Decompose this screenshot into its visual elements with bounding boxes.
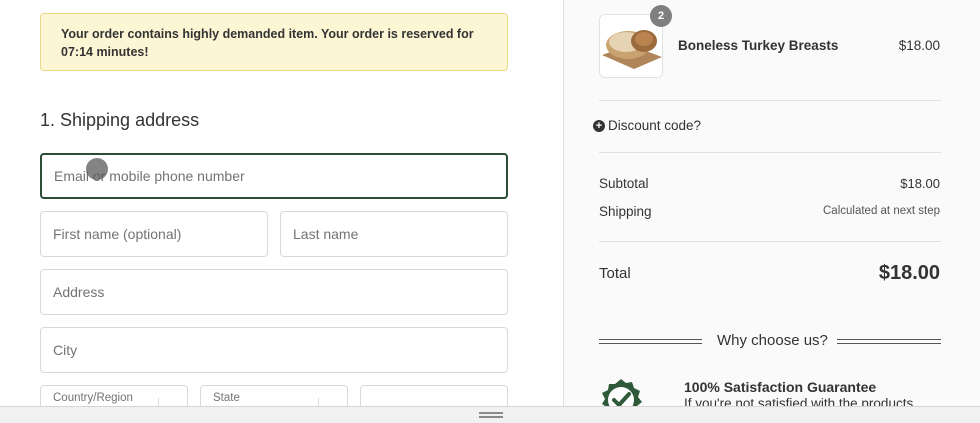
product-name: Boneless Turkey Breasts bbox=[678, 38, 839, 53]
address-field-wrapper bbox=[40, 269, 508, 315]
decorative-line bbox=[837, 339, 941, 344]
order-summary-panel: 2 Boneless Turkey Breasts $18.00 + Disco… bbox=[563, 0, 980, 423]
city-field-wrapper bbox=[40, 327, 508, 373]
email-field[interactable] bbox=[42, 155, 506, 197]
city-field[interactable] bbox=[41, 328, 507, 372]
reservation-banner: Your order contains highly demanded item… bbox=[40, 13, 508, 71]
discount-code-label: Discount code? bbox=[608, 118, 702, 133]
shipping-section-title: 1. Shipping address bbox=[40, 110, 200, 130]
quantity-badge: 2 bbox=[650, 5, 672, 27]
subtotal-label: Subtotal bbox=[599, 176, 649, 191]
divider bbox=[599, 100, 941, 101]
discount-code-toggle[interactable]: + Discount code? bbox=[593, 118, 701, 133]
divider bbox=[599, 152, 941, 153]
plus-circle-icon: + bbox=[593, 119, 605, 132]
address-field[interactable] bbox=[41, 270, 507, 314]
last-name-field[interactable] bbox=[281, 212, 507, 256]
shipping-label: Shipping bbox=[599, 204, 652, 219]
divider bbox=[599, 241, 941, 242]
guarantee-title: 100% Satisfaction Guarantee bbox=[684, 379, 877, 395]
shipping-value: Calculated at next step bbox=[823, 205, 940, 217]
email-field-wrapper bbox=[40, 153, 508, 199]
first-name-field[interactable] bbox=[41, 212, 267, 256]
last-name-field-wrapper bbox=[280, 211, 508, 257]
subtotal-value: $18.00 bbox=[900, 176, 940, 191]
country-label: Country/Region bbox=[53, 392, 133, 404]
state-label: State bbox=[213, 392, 240, 404]
first-name-field-wrapper bbox=[40, 211, 268, 257]
why-choose-us-heading: Why choose us? bbox=[717, 332, 828, 349]
cursor-indicator bbox=[86, 158, 108, 180]
product-price: $18.00 bbox=[898, 38, 940, 53]
bottom-resize-bar[interactable] bbox=[0, 406, 980, 423]
total-value: $18.00 bbox=[878, 262, 940, 284]
decorative-line bbox=[599, 339, 702, 344]
checkout-form-panel: Your order contains highly demanded item… bbox=[0, 0, 563, 423]
total-label: Total bbox=[599, 265, 631, 282]
drag-handle-icon[interactable] bbox=[479, 412, 503, 418]
